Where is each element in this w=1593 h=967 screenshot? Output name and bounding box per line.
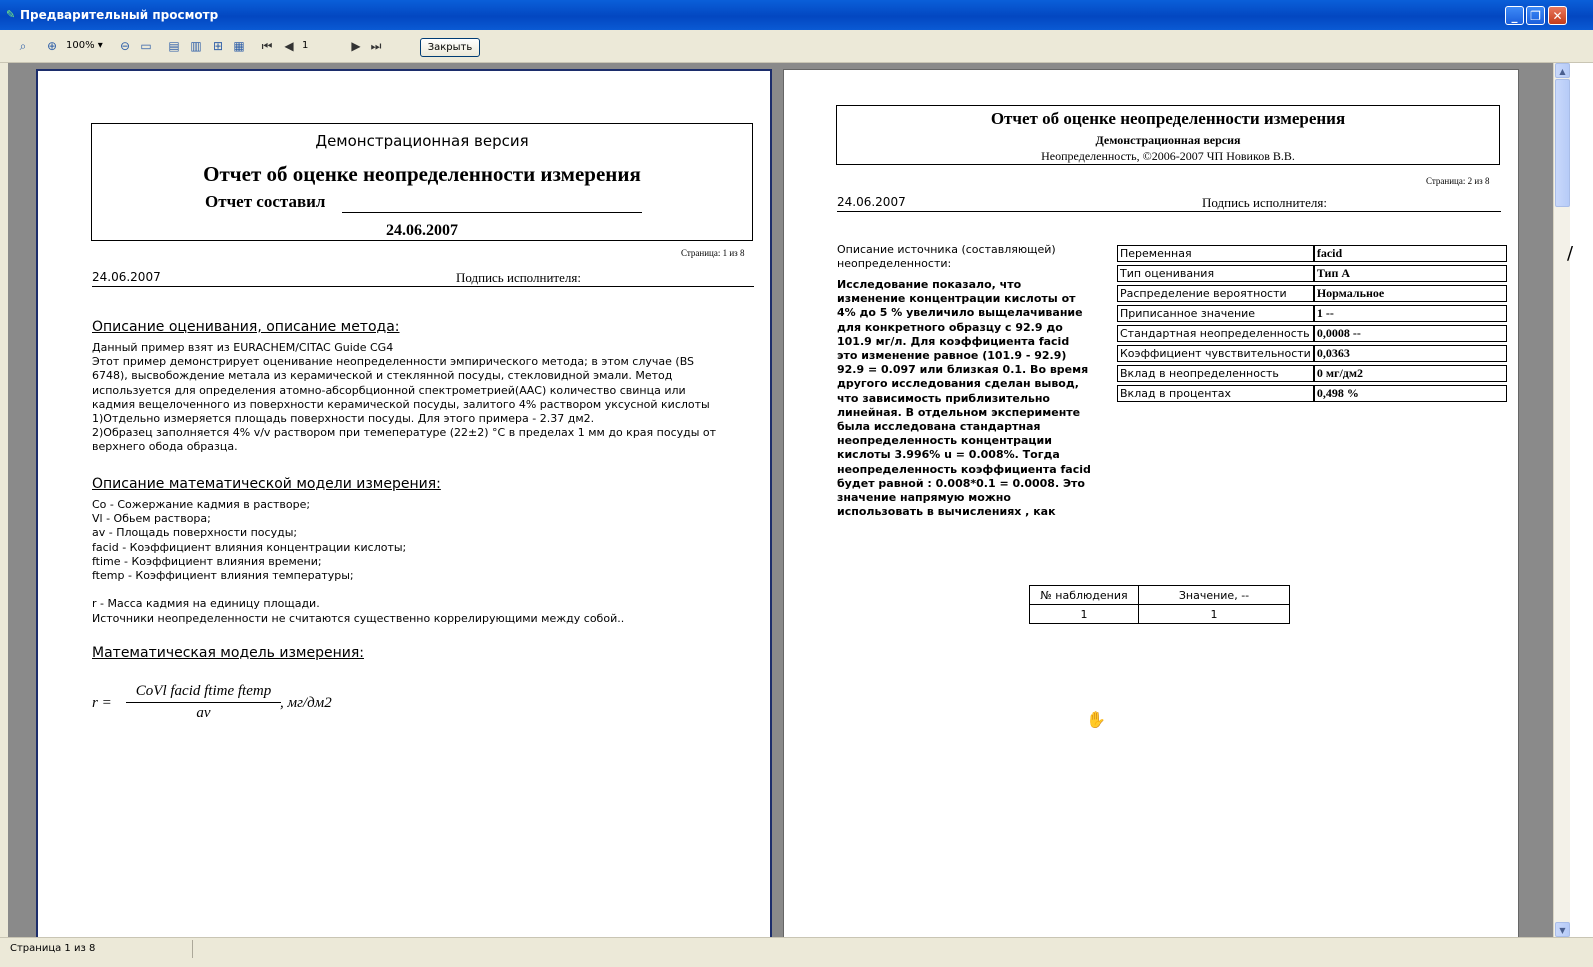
author-label: Отчет составил [205,192,326,211]
last-page-icon[interactable]: ⏭ [368,38,384,54]
table-header-row: № наблюдения Значение, -- [1029,585,1290,605]
vertical-scrollbar[interactable]: ▲ ▼ [1553,63,1571,937]
chevron-down-icon: ▾ [97,40,103,51]
scroll-thumb[interactable] [1555,79,1570,207]
zoom-value: 100% [66,40,95,51]
single-page-icon[interactable]: ▤ [166,38,182,54]
window-title: Предварительный просмотр [20,8,219,22]
zoom-select[interactable]: 100% ▾ [66,40,103,51]
zoom-out-icon[interactable]: ⊖ [117,38,133,54]
report-date-big: 24.06.2007 [386,222,458,239]
maximize-button[interactable]: ❐ [1526,6,1545,25]
minimize-button[interactable]: _ [1505,6,1524,25]
prop-key: Вклад в процентах [1117,385,1314,402]
formula-numerator: CoVl facid ftime ftemp [126,683,281,703]
prop-key: Приписанное значение [1117,305,1314,322]
prop-value: Нормальное [1313,285,1507,302]
report-page-1: Демонстрационная версия Отчет об оценке … [36,69,772,937]
signature-line [92,286,754,287]
formula-unit: , мг/дм2 [280,695,332,711]
observations-table: № наблюдения Значение, -- 1 1 [1029,585,1290,624]
formula-lhs: r = [92,695,112,711]
author-line [342,212,642,213]
fit-page-icon[interactable]: ▭ [138,38,154,54]
section-method-title: Описание оценивания, описание метода: [92,319,400,335]
prop-key: Коэффициент чувствительности [1117,345,1314,362]
obs-number: 1 [1029,604,1139,624]
page2-title: Отчет об оценке неопределенности измерен… [990,109,1346,128]
page2-number: Страница: 2 из 8 [1426,176,1490,186]
page2-copyright: Неопределенность, ©2006-2007 ЧП Новиков … [1041,149,1295,163]
obs-header-value: Значение, -- [1138,585,1290,605]
prop-value: facid [1313,245,1507,262]
section-method-text: Данный пример взят из EURACHEM/CITAC Gui… [92,341,717,454]
title-bar: ✎ Предварительный просмотр _ ❐ ✕ [0,0,1593,30]
report-date: 24.06.2007 [92,270,161,284]
right-edge-strip: / [1567,63,1593,937]
prop-value: 0 мг/дм2 [1313,365,1507,382]
book-icon[interactable]: ⊞ [210,38,226,54]
table-row: Распределение вероятности Нормальное [1117,285,1507,302]
scroll-down-icon[interactable]: ▼ [1555,922,1570,937]
prop-key: Стандартная неопределенность [1117,325,1314,342]
prop-value: 0,0008 -- [1313,325,1507,342]
page2-header-box: Отчет об оценке неопределенности измерен… [836,105,1500,165]
page2-signature-label: Подпись исполнителя: [1202,195,1327,210]
demo-label: Демонстрационная версия [315,132,529,150]
report-page-2: Отчет об оценке неопределенности измерен… [783,69,1519,937]
prev-page-icon[interactable]: ◀ [281,38,297,54]
scroll-up-icon[interactable]: ▲ [1555,63,1570,78]
source-description-text: Исследование показало, что изменение кон… [837,278,1091,519]
edge-glyph: / [1567,243,1574,264]
prop-key: Распределение вероятности [1117,285,1314,302]
status-separator [192,940,193,958]
next-page-icon[interactable]: ▶ [348,38,364,54]
prop-value: 0,0363 [1313,345,1507,362]
obs-value: 1 [1138,604,1290,624]
section-model-title: Математическая модель измерения: [92,645,364,661]
table-row: Вклад в неопределенность 0 мг/дм2 [1117,365,1507,382]
zoom-in-icon[interactable]: ⊕ [44,38,60,54]
table-row: 1 1 [1029,604,1290,624]
prop-value: 1 -- [1313,305,1507,322]
page2-signature-line [837,211,1501,212]
app-icon: ✎ [6,8,16,21]
table-row: Коэффициент чувствительности 0,0363 [1117,345,1507,362]
prop-value: 0,498 % [1313,385,1507,402]
section-model-desc-title: Описание математической модели измерения… [92,476,441,492]
close-window-button[interactable]: ✕ [1548,6,1567,25]
binoculars-icon[interactable]: ⌕ [15,38,31,54]
table-row: Вклад в процентах 0,498 % [1117,385,1507,402]
page2-date: 24.06.2007 [837,195,906,209]
close-preview-button[interactable]: Закрыть [420,38,480,57]
prop-key: Тип оценивания [1117,265,1314,282]
section-model-desc-text: Co - Сожержание кадмия в растворе; Vl - … [92,498,625,625]
first-page-icon[interactable]: ⏮ [259,38,275,54]
page-number: Страница: 1 из 8 [681,248,745,258]
prop-key: Переменная [1117,245,1314,262]
page-number-input[interactable]: 1 [302,39,340,53]
settings-icon[interactable]: ▦ [231,38,247,54]
page2-demo-label: Демонстрационная версия [1095,133,1241,147]
report-title: Отчет об оценке неопределенности измерен… [203,162,641,186]
prop-key: Вклад в неопределенность [1117,365,1314,382]
formula-denominator: av [196,705,211,721]
signature-label: Подпись исполнителя: [456,270,581,285]
toolbar: ⌕ ⊕ 100% ▾ ⊖ ▭ ▤ ▥ ⊞ ▦ ⏮ ◀ 1 ▶ ⏭ Закрыть [0,30,1593,63]
formula-fraction: CoVl facid ftime ftemp av [126,683,281,722]
preview-area[interactable]: Демонстрационная версия Отчет об оценке … [8,63,1553,937]
table-row: Приписанное значение 1 -- [1117,305,1507,322]
report-header-box: Демонстрационная версия Отчет об оценке … [91,123,753,241]
status-text: Страница 1 из 8 [10,943,96,954]
two-pages-icon[interactable]: ▥ [188,38,204,54]
table-row: Тип оценивания Тип А [1117,265,1507,282]
table-row: Переменная facid [1117,245,1507,262]
status-bar: Страница 1 из 8 [0,937,1593,967]
prop-value: Тип А [1313,265,1507,282]
table-row: Стандартная неопределенность 0,0008 -- [1117,325,1507,342]
hand-cursor-icon: ✋ [1086,712,1106,729]
obs-header-number: № наблюдения [1029,585,1139,605]
source-properties-table: Переменная facid Тип оценивания Тип А Расп… [1117,242,1507,405]
source-description-label: Описание источника (составляющей) неопре… [837,243,1056,271]
